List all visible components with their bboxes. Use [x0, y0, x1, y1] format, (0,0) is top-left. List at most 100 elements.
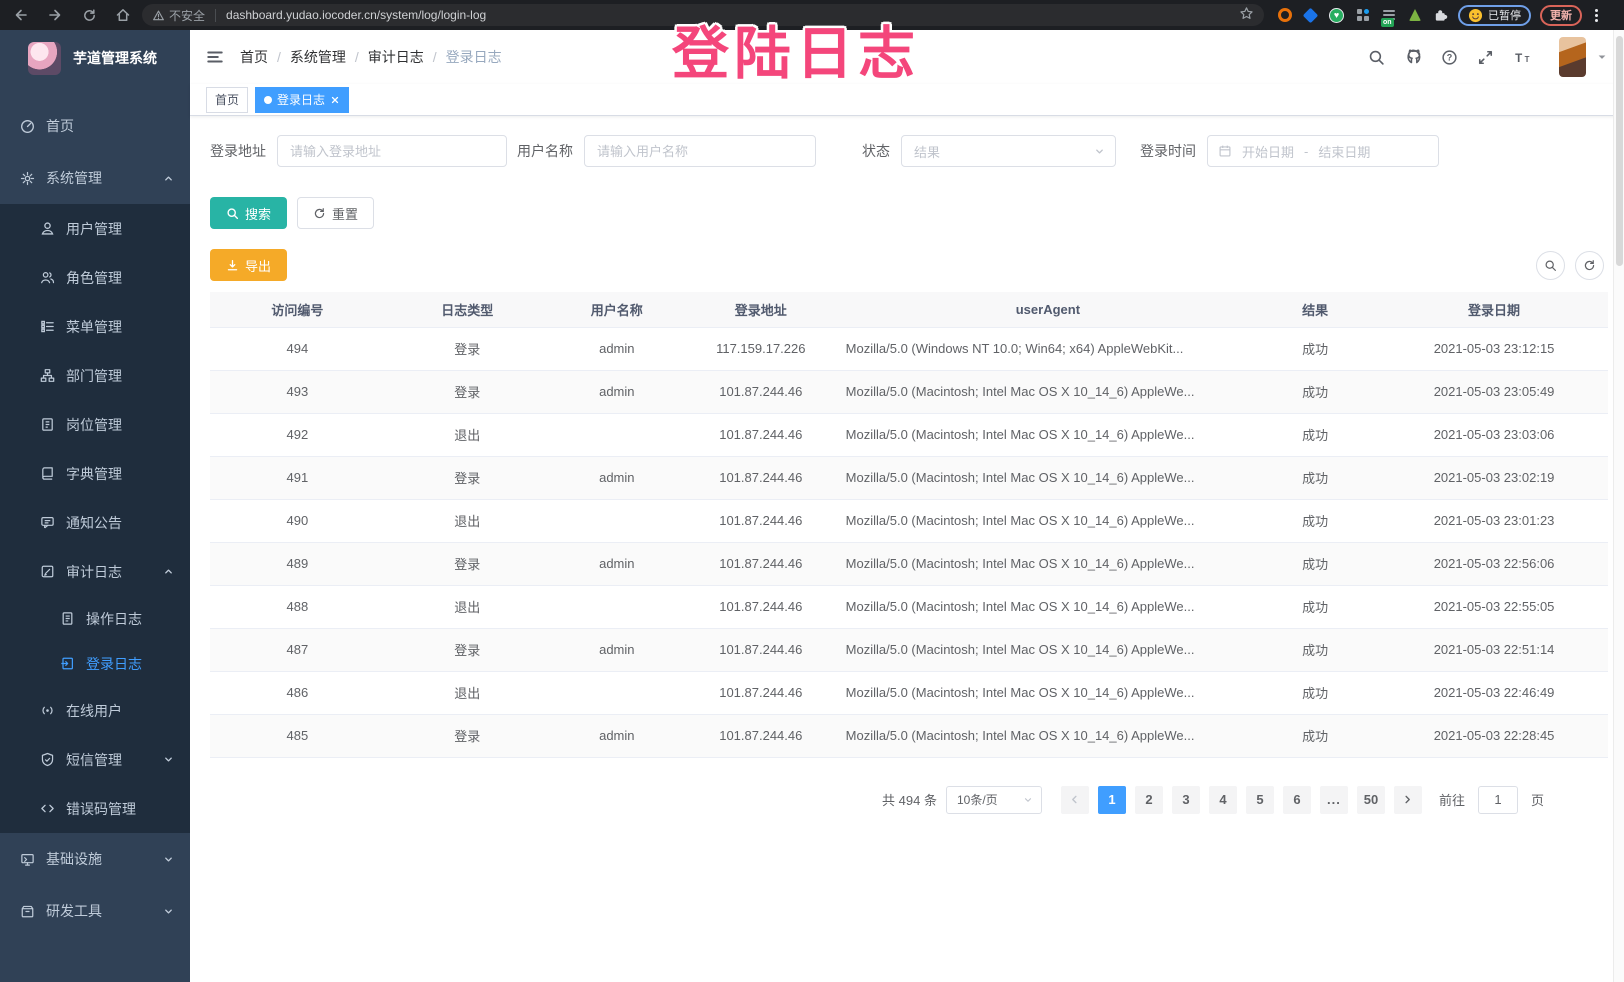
- bookmark-star-icon[interactable]: [1239, 6, 1254, 24]
- refresh-icon: [313, 207, 326, 220]
- cell-login-address: 101.87.244.46: [684, 370, 838, 413]
- reset-button[interactable]: 重置: [297, 197, 374, 229]
- sidebar-item-infrastructure[interactable]: 基础设施: [0, 833, 190, 885]
- login-time-range-picker[interactable]: 开始日期 - 结束日期: [1207, 135, 1439, 167]
- update-button[interactable]: 更新: [1540, 5, 1582, 26]
- extension-plant-icon[interactable]: [1406, 7, 1423, 24]
- page-button-50[interactable]: 50: [1357, 786, 1385, 814]
- scrollbar-thumb[interactable]: [1616, 36, 1623, 266]
- sidebar-item-dictionary[interactable]: 字典管理: [0, 449, 190, 498]
- search-icon[interactable]: [1368, 49, 1385, 66]
- goto-page-input[interactable]: [1478, 786, 1518, 814]
- page-button-5[interactable]: 5: [1246, 786, 1274, 814]
- page-button-6[interactable]: 6: [1283, 786, 1311, 814]
- sidebar-item-users[interactable]: 用户管理: [0, 204, 190, 253]
- table-row[interactable]: 485 登录 admin 101.87.244.46 Mozilla/5.0 (…: [210, 714, 1608, 757]
- fullscreen-icon[interactable]: [1477, 49, 1494, 66]
- table-row[interactable]: 486 退出 101.87.244.46 Mozilla/5.0 (Macint…: [210, 671, 1608, 714]
- status-select[interactable]: 结果: [901, 135, 1116, 167]
- font-size-icon[interactable]: TT: [1513, 49, 1532, 66]
- status-placeholder: 结果: [914, 142, 940, 161]
- tag-home[interactable]: 首页: [206, 87, 248, 113]
- table-row[interactable]: 494 登录 admin 117.159.17.226 Mozilla/5.0 …: [210, 327, 1608, 370]
- sidebar-item-roles[interactable]: 角色管理: [0, 253, 190, 302]
- sidebar-item-error-codes[interactable]: 错误码管理: [0, 784, 190, 833]
- table-row[interactable]: 493 登录 admin 101.87.244.46 Mozilla/5.0 (…: [210, 370, 1608, 413]
- sidebar-item-dev-tools[interactable]: 研发工具: [0, 885, 190, 937]
- cell-result: 成功: [1250, 413, 1380, 456]
- extension-orange-icon[interactable]: [1276, 7, 1293, 24]
- table-header: 访问编号 日志类型 用户名称 登录地址 userAgent 结果 登录日期: [210, 292, 1608, 327]
- role-icon: [40, 270, 55, 285]
- sidebar-item-posts[interactable]: 岗位管理: [0, 400, 190, 449]
- sidebar-item-audit-log[interactable]: 审计日志: [0, 547, 190, 596]
- sidebar-item-announcements[interactable]: 通知公告: [0, 498, 190, 547]
- chevron-left-icon: [1069, 794, 1080, 805]
- sidebar-item-departments[interactable]: 部门管理: [0, 351, 190, 400]
- next-page-button[interactable]: [1394, 786, 1422, 814]
- puzzle-icon[interactable]: [1432, 7, 1449, 24]
- sidebar-item-operation-log[interactable]: 操作日志: [0, 596, 190, 641]
- cell-login-date: 2021-05-03 23:05:49: [1380, 370, 1608, 413]
- prev-page-button[interactable]: [1061, 786, 1089, 814]
- cell-id: 493: [210, 370, 385, 413]
- profile-chip[interactable]: 已暂停: [1458, 5, 1531, 26]
- security-indicator[interactable]: 不安全: [152, 7, 205, 24]
- toggle-search-button[interactable]: [1536, 251, 1565, 280]
- table-row[interactable]: 491 登录 admin 101.87.244.46 Mozilla/5.0 (…: [210, 456, 1608, 499]
- url-bar[interactable]: 不安全 dashboard.yudao.iocoder.cn/system/lo…: [142, 4, 1264, 26]
- back-icon[interactable]: [8, 3, 34, 27]
- export-button[interactable]: 导出: [210, 249, 287, 281]
- user-menu[interactable]: [1559, 37, 1608, 77]
- breadcrumb-login-log: 登录日志: [446, 47, 502, 67]
- page-button-2[interactable]: 2: [1135, 786, 1163, 814]
- home-icon[interactable]: [110, 3, 136, 27]
- breadcrumb-home[interactable]: 首页: [240, 47, 268, 67]
- username-label: 用户名称: [517, 141, 573, 161]
- sidebar-item-sms[interactable]: 短信管理: [0, 735, 190, 784]
- logo-row[interactable]: 芋道管理系统: [0, 30, 190, 86]
- login-address-input[interactable]: [277, 135, 507, 167]
- hamburger-icon[interactable]: [206, 48, 224, 66]
- search-button[interactable]: 搜索: [210, 197, 287, 229]
- extension-list-icon[interactable]: on: [1380, 7, 1397, 24]
- extension-heart-icon[interactable]: ♥: [1328, 7, 1345, 24]
- extension-grid-icon[interactable]: [1354, 7, 1371, 24]
- breadcrumb-audit-log[interactable]: 审计日志: [368, 47, 424, 67]
- cell-result: 成功: [1250, 499, 1380, 542]
- more-pages-button[interactable]: ...: [1320, 786, 1348, 814]
- kebab-menu-icon[interactable]: [1591, 9, 1602, 22]
- sidebar-item-menus[interactable]: 菜单管理: [0, 302, 190, 351]
- breadcrumb-system[interactable]: 系统管理: [290, 47, 346, 67]
- username-input[interactable]: [584, 135, 816, 167]
- forward-icon[interactable]: [42, 3, 68, 27]
- url-text: dashboard.yudao.iocoder.cn/system/log/lo…: [226, 8, 1233, 22]
- sidebar-item-system[interactable]: 系统管理: [0, 152, 190, 204]
- table-row[interactable]: 489 登录 admin 101.87.244.46 Mozilla/5.0 (…: [210, 542, 1608, 585]
- page-size-select[interactable]: 10条/页: [946, 786, 1042, 814]
- table-row[interactable]: 487 登录 admin 101.87.244.46 Mozilla/5.0 (…: [210, 628, 1608, 671]
- extension-gem-icon[interactable]: [1302, 7, 1319, 24]
- cell-username: [550, 413, 684, 456]
- github-icon[interactable]: [1404, 48, 1422, 66]
- login-time-label: 登录时间: [1140, 141, 1196, 161]
- refresh-table-button[interactable]: [1575, 251, 1604, 280]
- sidebar-item-login-log[interactable]: 登录日志: [0, 641, 190, 686]
- page-button-4[interactable]: 4: [1209, 786, 1237, 814]
- caret-down-icon: [1596, 51, 1608, 63]
- tag-close-icon[interactable]: [330, 95, 340, 105]
- error-code-icon: [40, 801, 55, 816]
- help-icon[interactable]: ?: [1441, 49, 1458, 66]
- table-row[interactable]: 492 退出 101.87.244.46 Mozilla/5.0 (Macint…: [210, 413, 1608, 456]
- sidebar-item-home[interactable]: 首页: [0, 100, 190, 152]
- sidebar-item-online-users[interactable]: 在线用户: [0, 686, 190, 735]
- page-button-1[interactable]: 1: [1098, 786, 1126, 814]
- tag-login-log[interactable]: 登录日志: [255, 87, 349, 113]
- reload-icon[interactable]: [76, 3, 102, 27]
- table-row[interactable]: 488 退出 101.87.244.46 Mozilla/5.0 (Macint…: [210, 585, 1608, 628]
- page-button-3[interactable]: 3: [1172, 786, 1200, 814]
- cell-id: 488: [210, 585, 385, 628]
- scrollbar[interactable]: [1613, 30, 1624, 982]
- table-row[interactable]: 490 退出 101.87.244.46 Mozilla/5.0 (Macint…: [210, 499, 1608, 542]
- cell-login-date: 2021-05-03 22:55:05: [1380, 585, 1608, 628]
